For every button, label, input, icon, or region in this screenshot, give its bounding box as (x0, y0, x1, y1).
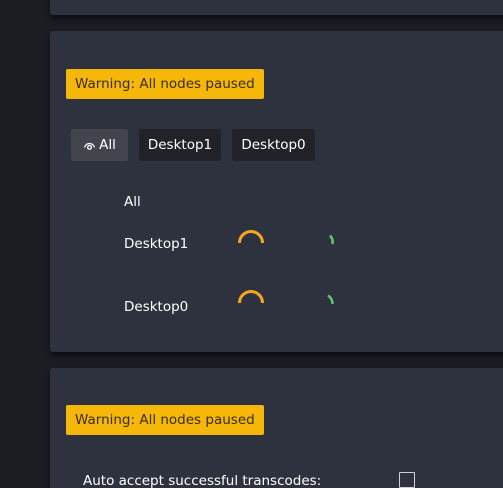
node-label-desktop0: Desktop0 (124, 299, 189, 315)
page: Warning: All nodes paused All Desktop1 D… (0, 0, 503, 488)
tab-desktop0[interactable]: Desktop0 (232, 129, 315, 161)
settings-panel: Warning: All nodes paused Auto accept su… (50, 368, 503, 488)
nodes-panel: Warning: All nodes paused All Desktop1 D… (50, 31, 503, 352)
warning-banner: Warning: All nodes paused (66, 69, 264, 99)
green-arc-gauge-icon (328, 234, 334, 245)
tab-all-label: All (99, 137, 116, 153)
tab-desktop1[interactable]: Desktop1 (139, 129, 221, 161)
orange-arc-gauge-icon (238, 230, 264, 244)
eye-icon (83, 142, 96, 150)
auto-accept-checkbox[interactable] (399, 472, 415, 488)
node-label-all: All (124, 194, 141, 210)
node-label-desktop1: Desktop1 (124, 236, 189, 252)
warning-banner: Warning: All nodes paused (66, 405, 264, 435)
green-arc-gauge-icon (327, 294, 334, 305)
top-panel (50, 0, 503, 15)
tab-all[interactable]: All (71, 129, 128, 161)
orange-arc-gauge-icon (238, 290, 264, 304)
auto-accept-label: Auto accept successful transcodes: (83, 473, 322, 488)
